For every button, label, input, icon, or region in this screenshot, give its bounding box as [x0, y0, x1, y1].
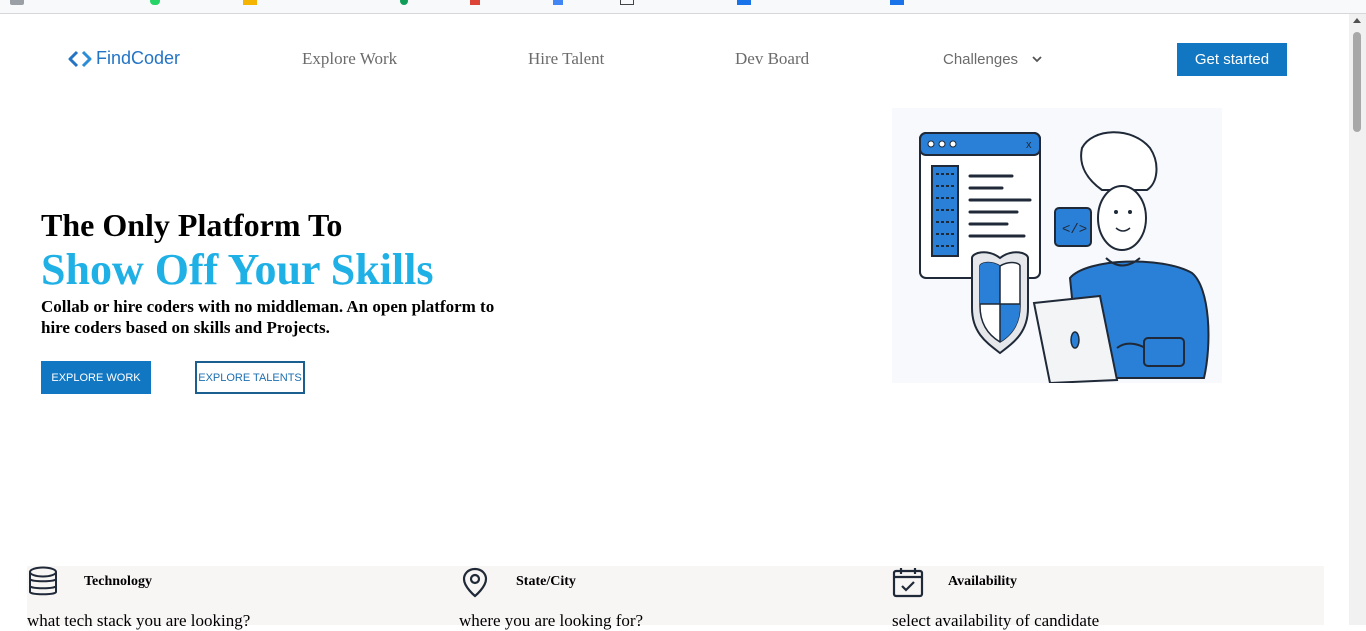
- filter-availability-title: Availability: [948, 574, 1017, 589]
- nav-challenges-dropdown[interactable]: Challenges: [943, 51, 1042, 68]
- bookmark-icon[interactable]: [400, 0, 408, 5]
- code-brackets-icon: [68, 50, 92, 67]
- page-scrollbar[interactable]: [1349, 14, 1366, 625]
- location-pin-icon: [462, 567, 488, 598]
- nav-dev-board[interactable]: Dev Board: [735, 49, 809, 69]
- hero-description: Collab or hire coders with no middleman.…: [41, 297, 495, 337]
- filter-technology-input[interactable]: what tech stack you are looking?: [27, 611, 250, 631]
- hero-illustration: x </>: [892, 108, 1222, 385]
- database-icon: [29, 566, 57, 596]
- nav-challenges-label: Challenges: [943, 51, 1019, 68]
- logo-text: FindCoder: [96, 48, 181, 68]
- scroll-up-arrow-icon[interactable]: [1353, 18, 1361, 23]
- filter-availability-input[interactable]: select availability of candidate: [892, 611, 1099, 631]
- bookmark-icon[interactable]: [737, 0, 751, 5]
- chevron-down-icon: [1032, 56, 1042, 63]
- filter-location-title: State/City: [516, 574, 576, 589]
- bookmark-icon[interactable]: [890, 0, 904, 5]
- bookmark-icon[interactable]: [243, 0, 257, 5]
- get-started-button[interactable]: Get started: [1177, 43, 1287, 76]
- explore-work-button[interactable]: EXPLORE WORK: [41, 361, 151, 394]
- bookmark-icon[interactable]: [553, 0, 563, 5]
- nav-explore-work[interactable]: Explore Work: [302, 49, 397, 69]
- scroll-thumb[interactable]: [1353, 32, 1361, 132]
- svg-text:</>: </>: [1062, 222, 1087, 238]
- search-filter-bar: Technology what tech stack you are looki…: [27, 566, 1324, 630]
- hero-highlight-title: Show Off Your Skills: [41, 245, 434, 294]
- filter-location-input[interactable]: where you are looking for?: [459, 611, 643, 631]
- svg-text:x: x: [1026, 139, 1032, 151]
- bookmarks-bar: [0, 0, 1366, 14]
- nav-hire-talent[interactable]: Hire Talent: [528, 49, 604, 69]
- logo[interactable]: FindCoder: [68, 48, 180, 69]
- explore-talents-button[interactable]: EXPLORE TALENTS: [195, 361, 305, 394]
- filter-technology-title: Technology: [84, 574, 152, 589]
- bookmark-icon[interactable]: [620, 0, 634, 5]
- calendar-check-icon: [892, 568, 924, 598]
- bookmark-icon[interactable]: [10, 0, 24, 5]
- hero-title: The Only Platform To: [41, 207, 343, 243]
- bookmark-icon[interactable]: [150, 0, 160, 5]
- bookmark-icon[interactable]: [470, 0, 480, 5]
